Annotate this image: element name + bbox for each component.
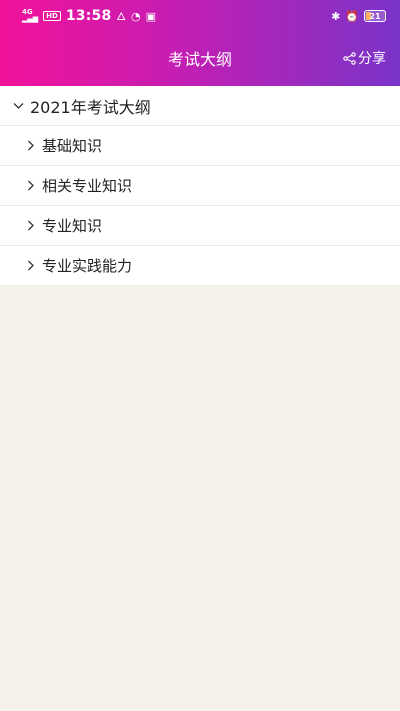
battery-level: 21 — [369, 11, 381, 21]
app-icon: ▣ — [145, 9, 157, 23]
alarm-icon: ⏰ — [345, 9, 359, 23]
chevron-right-icon — [22, 178, 38, 194]
status-time: 13:58 — [65, 8, 112, 24]
page-title: 考试大纲 — [167, 50, 232, 69]
status-bar: 4G ▂▄▆ HD 13:58 🜂 ◔ ▣ ✱ ⏰ 21 — [0, 0, 400, 32]
share-icon — [343, 51, 356, 65]
header: 4G ▂▄▆ HD 13:58 🜂 ◔ ▣ ✱ ⏰ 21 考试大纲 分享 — [0, 0, 400, 86]
share-label: 分享 — [358, 51, 386, 67]
outline-group-label: 2021年考试大纲 — [30, 97, 151, 117]
outline-item-label: 基础知识 — [42, 137, 103, 155]
bluetooth-icon: ✱ — [331, 9, 341, 23]
fire-icon: 🜂 — [116, 10, 127, 23]
chevron-down-icon — [10, 98, 26, 114]
outline-item-basic-knowledge[interactable]: 基础知识 — [0, 126, 400, 166]
share-button[interactable]: 分享 — [343, 40, 386, 76]
outline-item-professional-practice[interactable]: 专业实践能力 — [0, 246, 400, 286]
outline-item-label: 相关专业知识 — [42, 177, 133, 195]
signal-icon: 4G ▂▄▆ — [22, 8, 39, 23]
clock-icon: ◔ — [131, 9, 141, 23]
hd-badge: HD — [43, 11, 61, 21]
outline-group-2021[interactable]: 2021年考试大纲 — [0, 86, 400, 126]
outline-list: 2021年考试大纲 基础知识 相关专业知识 专业知识 专业实践能力 — [0, 86, 400, 286]
chevron-right-icon — [22, 218, 38, 234]
chevron-right-icon — [22, 138, 38, 154]
battery-icon: 21 — [364, 10, 386, 22]
outline-item-professional-knowledge[interactable]: 专业知识 — [0, 206, 400, 246]
outline-item-label: 专业知识 — [42, 217, 103, 235]
outline-item-label: 专业实践能力 — [42, 257, 133, 275]
outline-item-related-knowledge[interactable]: 相关专业知识 — [0, 166, 400, 206]
nav-bar: 考试大纲 分享 — [0, 40, 400, 76]
chevron-right-icon — [22, 258, 38, 274]
